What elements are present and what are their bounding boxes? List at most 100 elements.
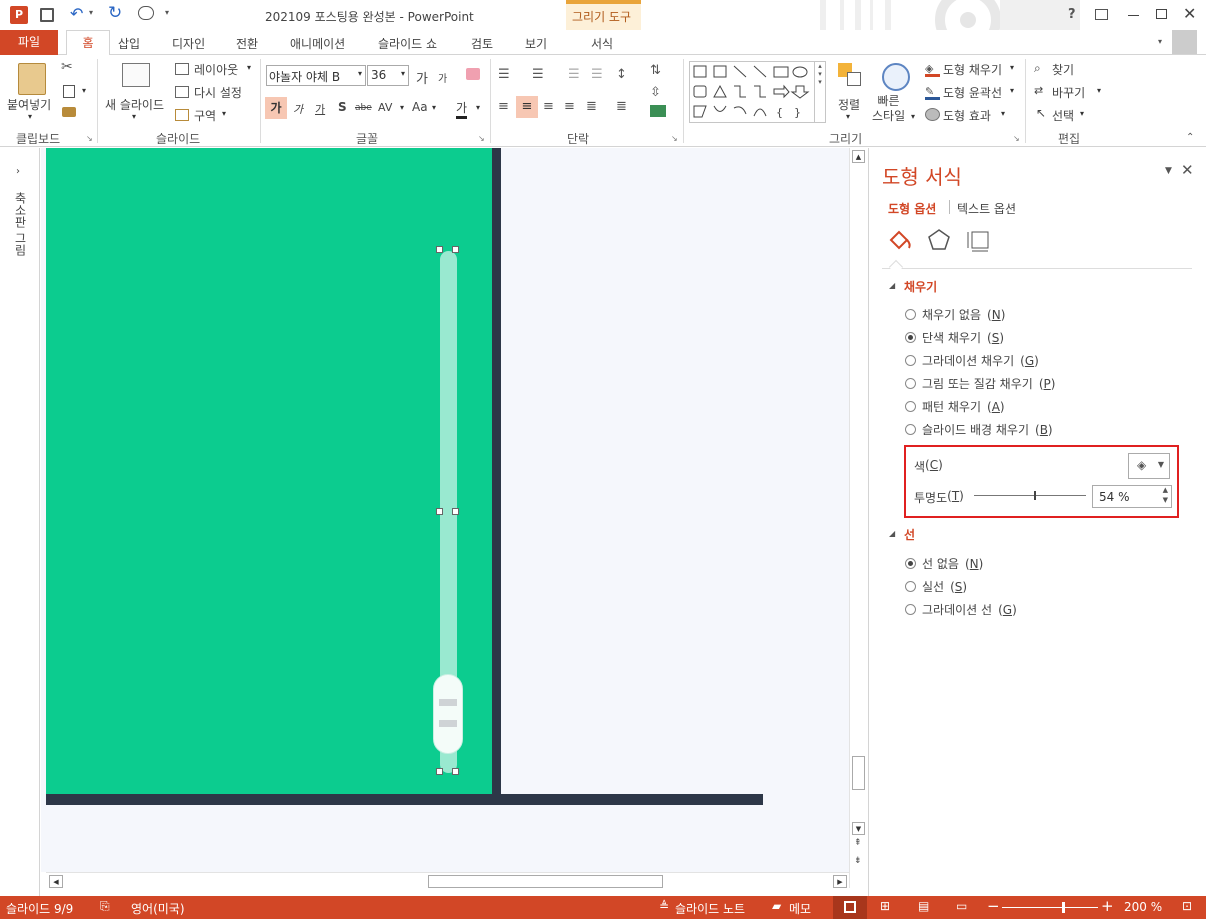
- fill-option-gradient[interactable]: 그라데이션 채우기(G): [905, 352, 1039, 369]
- shape-fill-dropdown-icon[interactable]: ▾: [1010, 63, 1014, 72]
- shapes-gallery[interactable]: {} ▴ ▾ ▾: [689, 61, 826, 123]
- customize-qat-icon[interactable]: ▾: [165, 8, 169, 17]
- tab-text-options[interactable]: 텍스트 옵션: [957, 200, 1016, 217]
- layout-button[interactable]: 레이아웃: [194, 61, 238, 78]
- numbering-icon[interactable]: ☰: [532, 67, 544, 82]
- replace-button[interactable]: 바꾸기: [1052, 84, 1085, 101]
- close-pane-icon[interactable]: ✕: [1181, 161, 1194, 179]
- replace-icon[interactable]: ⇄: [1034, 84, 1043, 97]
- tab-view[interactable]: 보기: [525, 35, 547, 52]
- find-icon[interactable]: ⌕: [1034, 61, 1041, 76]
- fill-option-pattern[interactable]: 패턴 채우기(A): [905, 398, 1005, 415]
- layout-dropdown-icon[interactable]: ▾: [247, 63, 251, 72]
- text-direction-icon[interactable]: ⇅: [650, 63, 661, 78]
- scroll-up-icon[interactable]: ▲: [852, 150, 865, 163]
- paste-button[interactable]: 붙여넣기: [7, 96, 51, 113]
- save-icon[interactable]: [40, 8, 54, 22]
- shadow-button[interactable]: S: [338, 100, 347, 114]
- tab-animations[interactable]: 애니메이션: [290, 35, 345, 52]
- pane-options-dropdown-icon[interactable]: ▼: [1165, 166, 1172, 176]
- font-size-select[interactable]: 36 ▾: [367, 65, 409, 86]
- slide-canvas[interactable]: [46, 148, 495, 796]
- comments-icon[interactable]: ▰: [772, 899, 781, 913]
- tab-format[interactable]: 서식: [591, 35, 613, 52]
- help-button[interactable]: ?: [1068, 7, 1076, 22]
- quick-styles-icon[interactable]: [882, 63, 910, 91]
- copy-icon[interactable]: [63, 85, 75, 98]
- bar-end-pill[interactable]: [433, 674, 463, 754]
- line-option-none[interactable]: 선 없음(N): [905, 555, 983, 572]
- selection-handle[interactable]: [436, 768, 443, 775]
- char-spacing-dropdown-icon[interactable]: ▾: [400, 103, 404, 112]
- undo-icon[interactable]: ↶: [70, 4, 83, 23]
- section-dropdown-icon[interactable]: ▾: [222, 109, 226, 118]
- tab-design[interactable]: 디자인: [172, 35, 205, 52]
- scroll-left-icon[interactable]: ◀: [49, 875, 63, 888]
- quick-styles-dropdown-icon[interactable]: ▾: [911, 112, 915, 121]
- bold-button[interactable]: 가: [265, 97, 287, 119]
- minimize-icon[interactable]: [1128, 15, 1139, 16]
- shape-effects-icon[interactable]: [925, 108, 940, 121]
- columns-icon[interactable]: ≣: [616, 99, 627, 114]
- effects-icon[interactable]: [927, 228, 951, 252]
- redo-icon[interactable]: ↻: [108, 3, 122, 23]
- italic-button[interactable]: 가: [293, 101, 303, 117]
- scroll-down-icon[interactable]: ▼: [852, 822, 865, 835]
- tab-transitions[interactable]: 전환: [236, 35, 258, 52]
- fill-section-header[interactable]: 채우기: [904, 278, 937, 295]
- tab-file[interactable]: 파일: [0, 30, 58, 55]
- reset-button[interactable]: 다시 설정: [194, 84, 242, 101]
- font-color-button[interactable]: 가: [456, 99, 468, 119]
- fill-line-icon[interactable]: [887, 228, 913, 252]
- tab-shape-options[interactable]: 도형 옵션: [888, 200, 936, 217]
- expand-thumbnails-icon[interactable]: ›: [16, 166, 20, 177]
- align-center-icon[interactable]: ≡: [516, 96, 538, 118]
- undo-dropdown-icon[interactable]: ▾: [89, 8, 93, 17]
- selection-handle[interactable]: [452, 768, 459, 775]
- transparency-slider[interactable]: [974, 491, 1086, 501]
- selection-handle[interactable]: [436, 246, 443, 253]
- increase-indent-icon[interactable]: ☰: [591, 67, 603, 82]
- smartart-icon[interactable]: [650, 105, 666, 117]
- font-launcher-icon[interactable]: ↘: [478, 134, 485, 143]
- cut-icon[interactable]: ✂: [61, 59, 73, 75]
- zoom-in-icon[interactable]: +: [1101, 897, 1114, 915]
- selection-handle[interactable]: [436, 508, 443, 515]
- shape-fill-button[interactable]: 도형 채우기: [943, 61, 1002, 78]
- notes-button[interactable]: 슬라이드 노트: [675, 900, 745, 917]
- drawing-launcher-icon[interactable]: ↘: [1013, 134, 1020, 143]
- slideshow-view-icon[interactable]: ▭: [956, 899, 967, 913]
- reset-icon[interactable]: [175, 86, 189, 98]
- line-option-solid[interactable]: 실선(S): [905, 578, 967, 595]
- notes-icon[interactable]: ≜: [659, 899, 669, 913]
- arrange-icon[interactable]: [838, 63, 862, 87]
- zoom-slider-thumb[interactable]: [1062, 902, 1065, 913]
- select-icon[interactable]: ↖: [1036, 106, 1046, 120]
- justify-icon[interactable]: ≡: [564, 99, 575, 114]
- thumbnail-rail-label[interactable]: 축소판 그림: [12, 192, 29, 256]
- maximize-icon[interactable]: [1156, 9, 1167, 19]
- zoom-out-icon[interactable]: −: [987, 897, 1000, 915]
- next-slide-icon[interactable]: ⇟: [854, 856, 862, 866]
- format-painter-icon[interactable]: [62, 107, 76, 117]
- vertical-scrollbar[interactable]: ▲ ▼ ⇞ ⇟: [849, 148, 867, 888]
- scroll-right-icon[interactable]: ▶: [833, 875, 847, 888]
- comments-button[interactable]: 메모: [789, 900, 811, 917]
- color-picker-button[interactable]: ◈ ▼: [1128, 453, 1170, 479]
- tab-slideshow[interactable]: 슬라이드 쇼: [378, 35, 437, 52]
- select-dropdown-icon[interactable]: ▾: [1080, 109, 1084, 118]
- paste-dropdown-icon[interactable]: ▾: [28, 112, 32, 121]
- presentation-icon[interactable]: [138, 6, 154, 20]
- underline-button[interactable]: 가: [315, 101, 325, 117]
- copy-dropdown-icon[interactable]: ▾: [82, 86, 86, 95]
- fill-option-solid[interactable]: 단색 채우기(S): [905, 329, 1004, 346]
- new-slide-icon[interactable]: [122, 63, 150, 87]
- language-indicator[interactable]: 영어(미국): [131, 900, 185, 917]
- fill-option-none[interactable]: 채우기 없음(N): [905, 306, 1005, 323]
- align-right-icon[interactable]: ≡: [543, 99, 554, 114]
- close-window-icon[interactable]: ✕: [1183, 4, 1196, 23]
- shape-fill-icon[interactable]: ◈: [925, 62, 940, 77]
- fill-option-slide-background[interactable]: 슬라이드 배경 채우기(B): [905, 421, 1053, 438]
- select-button[interactable]: 선택: [1052, 107, 1074, 124]
- line-spacing-icon[interactable]: ↕: [616, 67, 627, 82]
